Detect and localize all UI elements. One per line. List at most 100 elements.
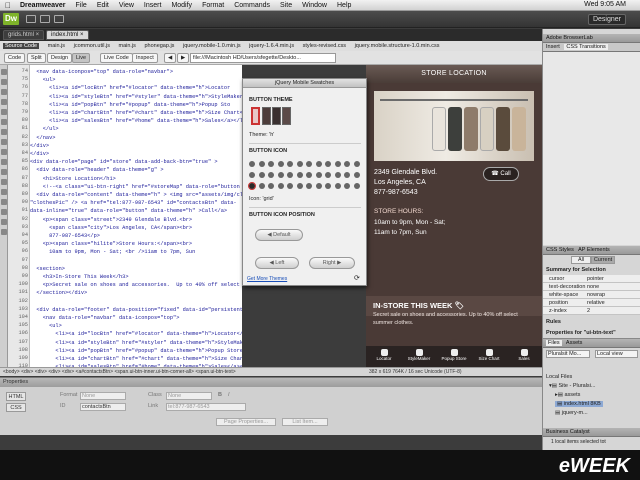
design-view-button[interactable]: Design bbox=[47, 53, 73, 63]
code-line[interactable] bbox=[30, 298, 242, 306]
move-css-icon[interactable] bbox=[1, 199, 7, 205]
tab-files[interactable]: Files bbox=[546, 340, 562, 346]
business-catalyst-header[interactable]: Business Catalyst bbox=[543, 428, 640, 437]
icon-choice[interactable] bbox=[268, 183, 274, 189]
code-line[interactable]: </div> bbox=[30, 142, 242, 150]
icon-choice[interactable] bbox=[334, 161, 341, 167]
select-parent-icon[interactable] bbox=[1, 99, 7, 105]
tab-css-transitions[interactable]: CSS Transitions bbox=[564, 44, 608, 50]
tab-assets[interactable]: Assets bbox=[566, 340, 583, 346]
icon-choice[interactable] bbox=[277, 183, 284, 189]
code-line[interactable]: <ul> bbox=[30, 322, 242, 330]
call-button[interactable]: ☎ Call bbox=[483, 167, 519, 181]
icon-choice[interactable] bbox=[315, 172, 322, 178]
address-field[interactable]: file:///Macintosh HD/Users/sfegette/Desk… bbox=[190, 53, 336, 63]
nav-popup-store[interactable]: Popup Store bbox=[437, 347, 471, 366]
code-line[interactable]: <nav data-role="navbar" data-iconpos="to… bbox=[30, 314, 242, 322]
nav-locator[interactable]: Locator bbox=[367, 347, 401, 366]
icon-choice[interactable] bbox=[306, 172, 312, 178]
code-view-button[interactable]: Code bbox=[4, 53, 26, 63]
icon-choice[interactable] bbox=[249, 161, 255, 167]
swatches-title[interactable]: jQuery Mobile Swatches bbox=[243, 79, 366, 88]
icon-choice[interactable] bbox=[315, 161, 322, 167]
icon-choice[interactable] bbox=[296, 161, 303, 167]
code-line[interactable]: <div data-role="content" data-theme="h" … bbox=[30, 191, 242, 199]
icon-choice[interactable] bbox=[344, 172, 350, 178]
code-line[interactable]: <li><a id="styleBtn" href="#styler" data… bbox=[30, 339, 242, 347]
icon-choice[interactable] bbox=[306, 183, 312, 189]
css-prop-row[interactable]: position relative bbox=[543, 299, 640, 307]
outdent-icon[interactable] bbox=[1, 219, 7, 225]
id-select[interactable]: contactsBtn bbox=[80, 403, 126, 411]
indent-icon[interactable] bbox=[1, 209, 7, 215]
css-prop-row[interactable]: text-decoration none bbox=[543, 283, 640, 291]
menu-view[interactable]: View bbox=[119, 2, 134, 9]
tree-item-assets[interactable]: ▸▤ assets bbox=[555, 392, 580, 398]
properties-header[interactable]: Properties bbox=[0, 378, 542, 387]
theme-swatch[interactable] bbox=[282, 107, 291, 125]
tree-item-index[interactable]: ▤ index.html 8KB bbox=[555, 401, 603, 407]
nav-stylemaker[interactable]: StyleMaker bbox=[402, 347, 436, 366]
code-line[interactable]: data-inline="true" data-role="button" da… bbox=[30, 207, 242, 215]
icon-choice[interactable] bbox=[258, 172, 265, 178]
view-select[interactable]: Local view bbox=[595, 350, 638, 358]
icon-choice[interactable] bbox=[268, 161, 274, 167]
menu-insert[interactable]: Insert bbox=[144, 2, 162, 9]
code-line[interactable]: <h3>In-Store This Week</h3> bbox=[30, 273, 242, 281]
menu-format[interactable]: Format bbox=[202, 2, 224, 9]
code-line[interactable]: <li><a id="popBtn" href="#popup" data-th… bbox=[30, 101, 242, 109]
theme-swatch[interactable] bbox=[272, 107, 281, 125]
position-right-button[interactable]: Right ▶ bbox=[309, 257, 355, 269]
menu-commands[interactable]: Commands bbox=[234, 2, 270, 9]
code-line[interactable]: <section> bbox=[30, 265, 242, 273]
related-file[interactable]: main.js bbox=[119, 43, 136, 49]
page-properties-button[interactable]: Page Properties... bbox=[216, 418, 276, 426]
icon-choice[interactable] bbox=[268, 172, 274, 178]
code-line[interactable]: <p><span class="hilite">Store Hours:</sp… bbox=[30, 240, 242, 248]
code-line[interactable]: <span class="city">Los Angeles, CA</span… bbox=[30, 224, 242, 232]
icon-choice[interactable] bbox=[249, 172, 255, 178]
balance-braces-icon[interactable] bbox=[1, 109, 7, 115]
comment-icon[interactable] bbox=[1, 159, 7, 165]
icon-choice[interactable] bbox=[287, 183, 293, 189]
current-toggle[interactable]: Current bbox=[591, 256, 615, 264]
code-line[interactable]: <li><a id="popBtn" href="#popup" data-th… bbox=[30, 347, 242, 355]
menu-modify[interactable]: Modify bbox=[171, 2, 192, 9]
tree-item-jquery[interactable]: ▤ jquery-m... bbox=[555, 410, 588, 416]
icon-choice[interactable] bbox=[258, 183, 265, 189]
tab-index[interactable]: index.html × bbox=[46, 30, 89, 40]
menu-app[interactable]: Dreamweaver bbox=[20, 2, 66, 9]
live-view-button[interactable]: Live bbox=[72, 53, 91, 63]
code-line[interactable]: 10am to 9pm, Mon - Sat; <br />11am to 7p… bbox=[30, 248, 242, 256]
position-left-button[interactable]: ◀ Left bbox=[255, 257, 299, 269]
workspace-switcher[interactable]: Designer bbox=[587, 14, 626, 25]
icon-choice[interactable] bbox=[287, 172, 293, 178]
code-line[interactable]: <li><a id="locBtn" href="#locator" data-… bbox=[30, 84, 242, 92]
code-line[interactable]: </div> bbox=[30, 150, 242, 158]
collapse-tag-icon[interactable] bbox=[1, 79, 7, 85]
code-line[interactable]: </ul> bbox=[30, 125, 242, 133]
code-line[interactable]: <p>Secret sale on shoes and accessories.… bbox=[30, 281, 242, 289]
icon-choice[interactable] bbox=[344, 183, 350, 189]
related-file[interactable]: Source Code bbox=[3, 43, 40, 49]
format-source-icon[interactable] bbox=[1, 229, 7, 235]
clock[interactable]: Wed 9:05 AM bbox=[584, 1, 626, 8]
code-line[interactable]: "clothesPic" /> <a href="tel:877-987-654… bbox=[30, 199, 242, 207]
icon-choice[interactable] bbox=[287, 161, 293, 167]
extend-icon[interactable] bbox=[40, 15, 50, 23]
icon-choice[interactable] bbox=[325, 161, 331, 167]
code-line[interactable]: <ul> bbox=[30, 76, 242, 84]
code-line[interactable]: <li><a id="chartBtn" href="#chart" data-… bbox=[30, 109, 242, 117]
code-line[interactable]: <!--<a class="ui-btn-right" href="#store… bbox=[30, 183, 242, 191]
code-line[interactable]: <div data-role="footer" data-position="f… bbox=[30, 306, 242, 314]
syntax-error-icon[interactable] bbox=[1, 139, 7, 145]
site-icon[interactable] bbox=[54, 15, 64, 23]
icon-choice[interactable] bbox=[325, 183, 331, 189]
menu-site[interactable]: Site bbox=[280, 2, 292, 9]
bold-icon[interactable]: B bbox=[218, 392, 222, 398]
related-file[interactable]: main.js bbox=[48, 43, 65, 49]
css-mode-button[interactable]: CSS bbox=[6, 403, 26, 412]
code-line[interactable]: <li><a id="styleBtn" href="#styler" data… bbox=[30, 93, 242, 101]
menu-edit[interactable]: Edit bbox=[97, 2, 109, 9]
icon-choice[interactable] bbox=[334, 183, 341, 189]
